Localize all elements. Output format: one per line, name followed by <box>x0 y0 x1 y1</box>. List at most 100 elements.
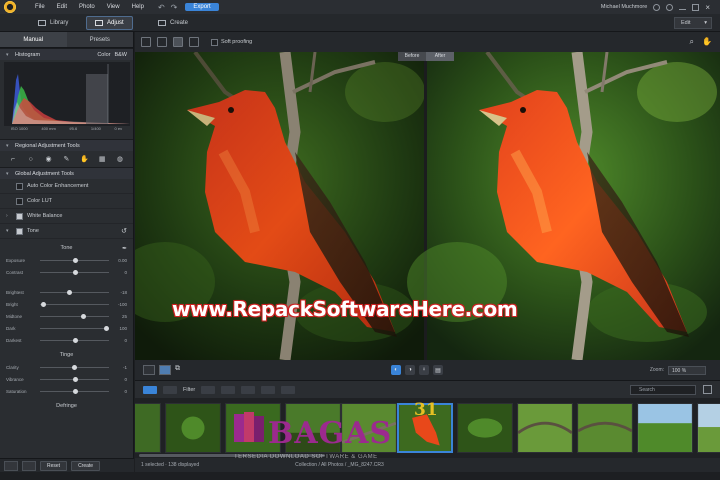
regional-tools-header[interactable]: ▾ Regional Adjustment Tools <box>0 139 133 151</box>
tone-slider-value[interactable]: 0.00 <box>113 258 127 263</box>
slider-knob[interactable] <box>72 269 78 275</box>
label-filter-icon[interactable] <box>261 385 276 394</box>
thumbnail[interactable] <box>165 403 221 453</box>
color-lut-row[interactable]: Color LUT <box>0 194 133 209</box>
zoom-icon[interactable]: ⌕ <box>690 37 694 47</box>
slider-knob[interactable] <box>103 325 109 331</box>
slider-knob[interactable] <box>72 376 78 382</box>
print-icon[interactable]: ▤ <box>433 365 443 375</box>
copy-settings-icon[interactable] <box>22 460 36 471</box>
slider-knob[interactable] <box>80 313 86 319</box>
after-tab[interactable]: After <box>426 52 454 61</box>
auto-color-row[interactable]: Auto Color Enhancement <box>0 179 133 194</box>
tab-manual[interactable]: Manual <box>0 32 67 47</box>
white-balance-checkbox[interactable] <box>16 212 23 220</box>
histogram-header[interactable]: ▾ Histogram Color B&W <box>0 48 133 60</box>
thumbnail[interactable] <box>577 403 633 453</box>
auto-color-checkbox[interactable] <box>16 182 23 190</box>
slider-knob[interactable] <box>72 388 78 394</box>
zoom-dropdown[interactable]: 100 % <box>668 365 706 375</box>
chevron-down-icon[interactable]: ▾ <box>6 228 12 234</box>
color-filter-icon[interactable] <box>241 385 256 394</box>
list-view-icon[interactable] <box>163 385 177 394</box>
tab-library[interactable]: Library <box>30 16 76 30</box>
tone-slider-value[interactable]: -100 <box>113 302 127 307</box>
red-eye-icon[interactable]: ◉ <box>45 155 53 163</box>
tab-presets[interactable]: Presets <box>66 32 133 47</box>
reset-tone-icon[interactable]: ↺ <box>121 227 127 235</box>
tone-slider-value[interactable]: 0 <box>113 338 127 343</box>
crop-icon[interactable]: ⌐ <box>9 155 17 163</box>
edit-dropdown[interactable]: Edit ▾ <box>674 17 712 29</box>
view-single-icon[interactable] <box>141 37 151 47</box>
menu-edit[interactable]: Edit <box>51 0 73 14</box>
reset-button[interactable]: Reset <box>40 460 68 471</box>
view-split-icon[interactable] <box>157 37 167 47</box>
tone-slider[interactable] <box>40 257 109 263</box>
create-button[interactable]: Create <box>71 460 101 471</box>
tone-checkbox[interactable] <box>16 227 23 235</box>
slider-knob[interactable] <box>41 301 47 307</box>
radial-icon[interactable]: ◍ <box>116 155 124 163</box>
side-by-side-button[interactable] <box>159 365 171 375</box>
tinge-slider-value[interactable]: 0 <box>113 389 127 394</box>
tone-slider-value[interactable]: 100 <box>113 326 127 331</box>
spot-removal-icon[interactable]: ○ <box>27 155 35 163</box>
menu-view[interactable]: View <box>101 0 126 14</box>
tone-slider[interactable] <box>40 313 109 319</box>
tab-create[interactable]: Create <box>150 16 196 30</box>
before-tab[interactable]: Before <box>398 52 426 61</box>
search-input[interactable]: Search <box>630 385 696 395</box>
global-tools-header[interactable]: ▾ Global Adjustment Tools <box>0 167 133 179</box>
tinge-slider-value[interactable]: -1 <box>113 365 127 370</box>
slider-knob[interactable] <box>72 337 78 343</box>
tone-slider[interactable] <box>40 337 109 343</box>
settings-icon[interactable] <box>653 3 661 11</box>
rating-filter-icon[interactable] <box>221 385 236 394</box>
tone-slider-value[interactable]: 0 <box>113 270 127 275</box>
undo-icon[interactable]: ↶ <box>158 3 165 12</box>
chevron-right-icon[interactable]: › <box>6 213 12 219</box>
single-view-button[interactable] <box>143 365 155 375</box>
tinge-slider[interactable] <box>40 364 109 370</box>
close-icon[interactable]: × <box>705 3 710 12</box>
menu-help[interactable]: Help <box>126 0 150 14</box>
compare-icon[interactable] <box>4 460 18 471</box>
minimize-icon[interactable] <box>679 5 687 10</box>
tone-slider[interactable] <box>40 301 109 307</box>
slider-knob[interactable] <box>66 289 72 295</box>
menu-file[interactable]: File <box>29 0 51 14</box>
clone-icon[interactable]: ✋ <box>80 155 89 163</box>
compare-layout-icon[interactable]: ⧉ <box>175 365 180 375</box>
user-name[interactable]: Michael Muchmore <box>601 4 647 10</box>
tinge-slider-value[interactable]: 0 <box>113 377 127 382</box>
tone-slider[interactable] <box>40 269 109 275</box>
histogram-bw-toggle[interactable]: B&W <box>114 49 127 61</box>
export-button[interactable]: Export <box>185 3 219 11</box>
view-grid-icon[interactable] <box>173 37 183 47</box>
eyedropper-icon[interactable]: ✒ <box>122 245 127 252</box>
help-icon[interactable] <box>666 3 674 11</box>
tone-slider[interactable] <box>40 289 109 295</box>
thumbnail[interactable] <box>697 403 720 453</box>
color-lut-checkbox[interactable] <box>16 197 23 205</box>
maximize-icon[interactable] <box>692 3 700 11</box>
clipping-icon[interactable]: ◐ <box>391 365 401 375</box>
filmstrip-view-icon[interactable] <box>143 385 157 394</box>
external-link-icon[interactable] <box>703 385 712 394</box>
slider-knob[interactable] <box>71 364 77 370</box>
brush-icon[interactable]: ✎ <box>62 155 70 163</box>
menu-photo[interactable]: Photo <box>73 0 101 14</box>
tone-row[interactable]: ▾ Tone ↺ <box>0 224 133 239</box>
flag-filter-icon[interactable] <box>201 385 216 394</box>
soft-proofing-toggle[interactable]: Soft proofing <box>211 38 252 46</box>
sort-icon[interactable] <box>281 385 296 394</box>
tone-slider-value[interactable]: -18 <box>113 290 127 295</box>
light-icon[interactable]: ♀ <box>419 365 429 375</box>
thumbnail[interactable] <box>637 403 693 453</box>
slider-knob[interactable] <box>72 257 78 263</box>
white-balance-row[interactable]: › White Balance <box>0 209 133 224</box>
fit-screen-icon[interactable] <box>189 37 199 47</box>
tone-slider[interactable] <box>40 325 109 331</box>
mask-icon[interactable]: ◑ <box>405 365 415 375</box>
